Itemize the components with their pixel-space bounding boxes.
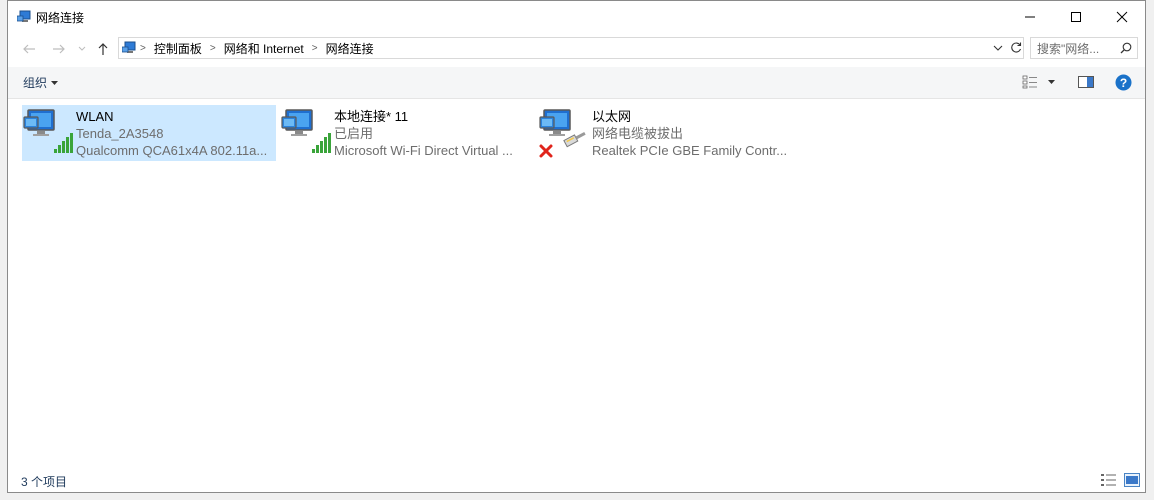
connection-item-wlan[interactable]: WLAN Tenda_2A3548 Qualcomm QCA61x4A 802.… [22,105,276,161]
minimize-icon [1025,16,1035,18]
organize-menu[interactable]: 组织 [23,74,59,91]
chevron-down-icon [78,46,86,51]
connection-name: 本地连接* 11 [334,109,409,124]
connection-item-local-11[interactable]: 本地连接* 11 已启用 Microsoft Wi-Fi Direct Virt… [280,105,534,161]
chevron-down-icon [993,45,1003,51]
connection-status: Tenda_2A3548 [76,126,164,141]
minimize-button[interactable] [1007,1,1053,33]
connection-adapter: Realtek PCIe GBE Family Contr... [592,143,788,158]
close-icon [1116,11,1128,23]
connection-status: 网络电缆被拔出 [592,126,684,141]
address-row: > 控制面板 > 网络和 Internet > 网络连接 搜索"网络... [8,33,1145,65]
address-history-button[interactable] [990,37,1006,59]
maximize-icon [1071,12,1081,22]
connection-name: WLAN [76,109,114,124]
breadcrumb-separator-icon: > [209,42,216,54]
explorer-window: 网络连接 > 控制面板 > 网络和 Internet > 网络连接 搜索"网络.… [7,0,1146,493]
large-icons-view-icon[interactable] [1124,473,1140,487]
breadcrumb-separator-icon: > [311,42,318,54]
status-bar: 3 个项目 [8,468,1145,492]
back-button[interactable] [18,37,40,61]
close-button[interactable] [1099,1,1145,33]
maximize-button[interactable] [1053,1,1099,33]
address-bar[interactable]: > 控制面板 > 网络和 Internet > 网络连接 [118,37,1024,59]
network-connections-icon [17,10,31,22]
wireless-network-icon [22,105,76,161]
svg-text:?: ? [1119,76,1126,90]
connection-name: 以太网 [592,109,632,124]
preview-pane-button[interactable] [1076,73,1096,91]
refresh-icon [1011,42,1022,53]
breadcrumb-control-panel[interactable]: 控制面板 [148,40,208,57]
window-title: 网络连接 [36,11,85,25]
recent-locations-button[interactable] [76,37,88,61]
title-bar: 网络连接 [8,1,1145,33]
breadcrumb-network-connections[interactable]: 网络连接 [320,40,380,57]
help-icon: ? [1115,74,1131,90]
organize-label: 组织 [23,76,48,90]
forward-button[interactable] [48,37,70,61]
connection-adapter: Qualcomm QCA61x4A 802.11a... [76,143,268,158]
view-options-icon [1022,75,1037,89]
control-panel-icon [122,41,136,53]
arrow-left-icon [23,44,35,54]
connection-status: 已启用 [334,126,374,141]
arrow-right-icon [53,44,65,54]
search-placeholder: 搜索"网络... [1037,41,1100,56]
caret-down-icon [1047,80,1055,84]
preview-pane-icon [1078,76,1094,88]
details-view-icon[interactable] [1101,473,1117,487]
breadcrumb-network-internet[interactable]: 网络和 Internet [218,40,310,57]
caret-down-icon [51,80,59,85]
item-count: 3 个项目 [21,475,68,489]
command-bar: 组织 ? [8,67,1145,99]
arrow-up-icon [98,43,108,55]
connection-item-ethernet[interactable]: 以太网 网络电缆被拔出 Realtek PCIe GBE Family Cont… [538,105,792,161]
ethernet-disconnected-icon [538,105,592,161]
refresh-button[interactable] [1008,37,1024,59]
breadcrumb-separator-icon: > [140,42,146,54]
connection-adapter: Microsoft Wi-Fi Direct Virtual ... [334,143,513,158]
help-button[interactable]: ? [1114,73,1132,91]
search-icon [1120,42,1132,54]
wireless-network-icon [280,105,334,161]
change-view-button[interactable] [1020,73,1056,91]
up-button[interactable] [94,37,112,61]
search-input[interactable]: 搜索"网络... [1030,37,1138,59]
file-list: WLAN Tenda_2A3548 Qualcomm QCA61x4A 802.… [8,99,1145,468]
